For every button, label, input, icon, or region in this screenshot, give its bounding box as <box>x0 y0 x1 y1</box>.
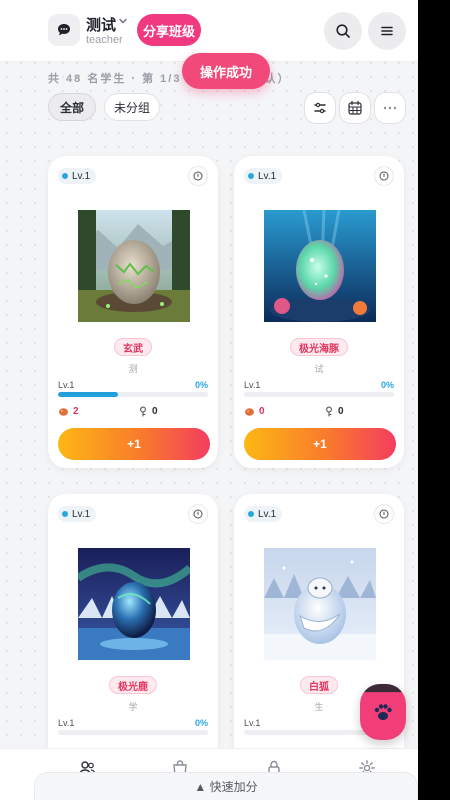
more-icon <box>383 106 397 110</box>
info-icon <box>193 509 203 519</box>
sliders-icon <box>314 102 326 114</box>
progress-bar <box>58 730 208 735</box>
key-icon <box>140 406 146 417</box>
food-count: 0 <box>244 406 265 417</box>
grid-icon <box>348 100 362 115</box>
food-icon <box>245 408 254 416</box>
level-label: Lv.1 <box>58 718 75 728</box>
food-value: 2 <box>73 406 79 417</box>
chat-icon <box>58 24 70 36</box>
pet-name: 极光鹿 <box>109 676 157 694</box>
more-button[interactable] <box>374 92 406 124</box>
info-button[interactable] <box>374 166 394 186</box>
key-value: 0 <box>338 406 344 417</box>
quick-score-bar[interactable]: ▲ 快速加分 <box>34 772 418 800</box>
key-icon <box>326 406 332 417</box>
level-badge: Lv.1 <box>244 506 283 522</box>
pet-name: 玄武 <box>114 338 152 356</box>
pet-image <box>264 548 376 660</box>
pet-card[interactable]: Lv.1 玄武 测 Lv.1 0% 2 0 +1 <box>48 156 218 468</box>
grid-view-button[interactable] <box>339 92 371 124</box>
info-icon <box>379 509 389 519</box>
level-badge: Lv.1 <box>58 168 97 184</box>
info-button[interactable] <box>188 166 208 186</box>
progress-percent: 0% <box>194 380 208 390</box>
pet-name: 白狐 <box>300 676 338 694</box>
user-role: teacher <box>86 34 123 46</box>
pet-image <box>264 210 376 322</box>
pet-card[interactable]: Lv.1 极光海豚 试 Lv.1 0% 0 0 +1 <box>234 156 404 468</box>
search-icon <box>336 24 350 38</box>
progress-bar <box>244 392 394 397</box>
pet-image <box>78 548 190 660</box>
share-class-button[interactable]: 分享班级 <box>137 14 201 46</box>
pet-action-fab[interactable] <box>360 684 406 740</box>
info-button[interactable] <box>374 504 394 524</box>
filter-all[interactable]: 全部 <box>48 93 96 121</box>
progress-percent: 0% <box>380 380 394 390</box>
level-badge: Lv.1 <box>58 506 97 522</box>
level-label: Lv.1 <box>244 380 261 390</box>
info-button[interactable] <box>188 504 208 524</box>
filter-ungrouped[interactable]: 未分组 <box>104 93 160 121</box>
info-icon <box>193 171 203 181</box>
info-icon <box>379 171 389 181</box>
progress-percent: 0% <box>194 718 208 728</box>
menu-button[interactable] <box>368 12 406 50</box>
paw-icon <box>374 704 392 720</box>
student-name: 测 <box>128 364 138 374</box>
progress-bar <box>58 392 208 397</box>
pet-name: 极光海豚 <box>290 338 348 356</box>
app-screen: 测试 teacher 分享班级 操作成功 共 48 名学生 · 第 1/3 座位… <box>0 0 418 800</box>
student-name: 试 <box>314 364 324 374</box>
add-point-button[interactable]: +1 <box>58 428 210 460</box>
menu-icon <box>381 26 393 36</box>
class-name[interactable]: 测试 <box>86 14 116 35</box>
chevron-down-icon[interactable] <box>118 16 128 26</box>
level-label: Lv.1 <box>58 380 75 390</box>
key-count: 0 <box>324 406 344 417</box>
level-badge: Lv.1 <box>244 168 283 184</box>
food-icon <box>59 408 68 416</box>
toast-message: 操作成功 <box>182 53 270 89</box>
filter-settings-button[interactable] <box>304 92 336 124</box>
level-label: Lv.1 <box>244 718 261 728</box>
progress-fill <box>58 392 118 397</box>
food-value: 0 <box>259 406 265 417</box>
add-point-button[interactable]: +1 <box>244 428 396 460</box>
food-count: 2 <box>58 406 79 417</box>
search-button[interactable] <box>324 12 362 50</box>
pet-image <box>78 210 190 322</box>
chat-button[interactable] <box>48 14 80 46</box>
key-count: 0 <box>138 406 158 417</box>
student-name: 学 <box>128 702 138 712</box>
key-value: 0 <box>152 406 158 417</box>
